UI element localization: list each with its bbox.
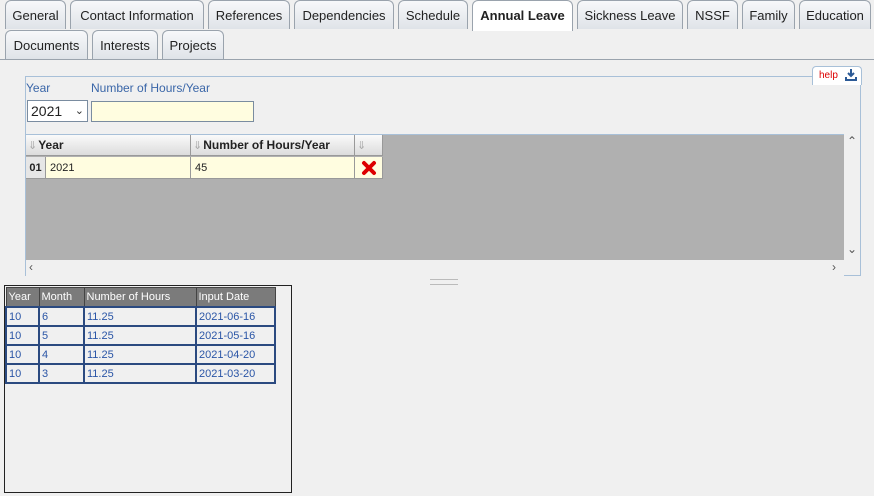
hours-input[interactable] xyxy=(91,101,254,122)
sort-icon: ⇓ xyxy=(28,140,38,152)
cell-date: 2021-03-20 xyxy=(195,363,276,384)
vertical-scrollbar[interactable]: ⌃ ⌄ xyxy=(844,134,860,260)
tab-dependencies[interactable]: Dependencies xyxy=(294,0,394,29)
tab-nssf[interactable]: NSSF xyxy=(687,0,738,29)
hours-label: Number of Hours/Year xyxy=(91,81,210,95)
chevron-down-icon: ⌄ xyxy=(74,105,84,117)
table-row: 10 3 11.25 2021-03-20 xyxy=(5,363,276,384)
tab-projects[interactable]: Projects xyxy=(162,30,224,59)
table-row: 10 4 11.25 2021-04-20 xyxy=(5,344,276,365)
help-link[interactable]: help xyxy=(819,70,838,81)
cell-year: 10 xyxy=(5,363,40,384)
cell-date: 2021-04-20 xyxy=(195,344,276,365)
row-number: 01 xyxy=(26,157,46,179)
help-box: help xyxy=(812,66,862,85)
sort-icon: ⇓ xyxy=(193,140,203,152)
cell-year: 10 xyxy=(5,325,40,346)
grid-header-year[interactable]: ⇓Year xyxy=(26,135,191,156)
tab-row-2: Documents Interests Projects xyxy=(0,30,874,60)
delete-x-icon[interactable] xyxy=(355,157,383,179)
table-row: 10 6 11.25 2021-06-16 xyxy=(5,306,276,327)
history-col-year: Year xyxy=(5,287,40,308)
cell-month: 6 xyxy=(38,306,85,327)
history-table: Year Month Number of Hours Input Date 10… xyxy=(5,287,276,384)
year-select[interactable]: 2021 ⌄ xyxy=(27,100,88,122)
year-label: Year xyxy=(26,81,51,95)
horizontal-scrollbar[interactable]: ‹ › xyxy=(26,260,844,276)
grid-cell-year[interactable]: 2021 xyxy=(46,157,191,179)
cell-month: 4 xyxy=(38,344,85,365)
tab-schedule[interactable]: Schedule xyxy=(398,0,468,29)
tab-documents[interactable]: Documents xyxy=(5,30,88,59)
cell-hours: 11.25 xyxy=(83,325,197,346)
grid-header-hours[interactable]: ⇓Number of Hours/Year xyxy=(191,135,355,156)
history-col-date: Input Date xyxy=(195,287,276,308)
tab-interests[interactable]: Interests xyxy=(92,30,158,59)
cell-hours: 11.25 xyxy=(83,344,197,365)
cell-month: 3 xyxy=(38,363,85,384)
tab-contact-information[interactable]: Contact Information xyxy=(70,0,204,29)
grid-header-year-label: Year xyxy=(38,138,64,152)
grid-cell-hours[interactable]: 45 xyxy=(191,157,355,179)
tab-annual-leave[interactable]: Annual Leave xyxy=(472,0,573,31)
leave-grid: ⇓Year ⇓Number of Hours/Year ⇓ 01 2021 45 xyxy=(26,134,844,261)
tab-general[interactable]: General xyxy=(5,0,66,29)
scroll-thumb[interactable] xyxy=(848,144,856,164)
download-icon[interactable] xyxy=(845,68,857,84)
resize-handle[interactable] xyxy=(430,279,458,285)
tab-references[interactable]: References xyxy=(208,0,290,29)
grid-header-actions[interactable]: ⇓ xyxy=(355,135,383,156)
cell-hours: 11.25 xyxy=(83,306,197,327)
history-header-row: Year Month Number of Hours Input Date xyxy=(5,287,276,308)
sort-icon: ⇓ xyxy=(357,140,367,152)
year-select-value: 2021 xyxy=(31,103,63,119)
scroll-down-icon[interactable]: ⌄ xyxy=(847,242,857,256)
table-row: 10 5 11.25 2021-05-16 xyxy=(5,325,276,346)
tab-family[interactable]: Family xyxy=(742,0,795,29)
cell-year: 10 xyxy=(5,306,40,327)
cell-date: 2021-06-16 xyxy=(195,306,276,327)
cell-hours: 11.25 xyxy=(83,363,197,384)
cell-month: 5 xyxy=(38,325,85,346)
cell-year: 10 xyxy=(5,344,40,365)
tab-divider xyxy=(0,59,874,60)
tab-education[interactable]: Education xyxy=(799,0,871,29)
cell-date: 2021-05-16 xyxy=(195,325,276,346)
scroll-left-icon[interactable]: ‹ xyxy=(29,260,33,274)
history-col-hours: Number of Hours xyxy=(83,287,197,308)
tab-sickness-leave[interactable]: Sickness Leave xyxy=(577,0,683,29)
history-col-month: Month xyxy=(38,287,85,308)
grid-header-hours-label: Number of Hours/Year xyxy=(203,138,330,152)
tab-row-1: General Contact Information References D… xyxy=(0,0,874,31)
scroll-right-icon[interactable]: › xyxy=(832,260,836,274)
